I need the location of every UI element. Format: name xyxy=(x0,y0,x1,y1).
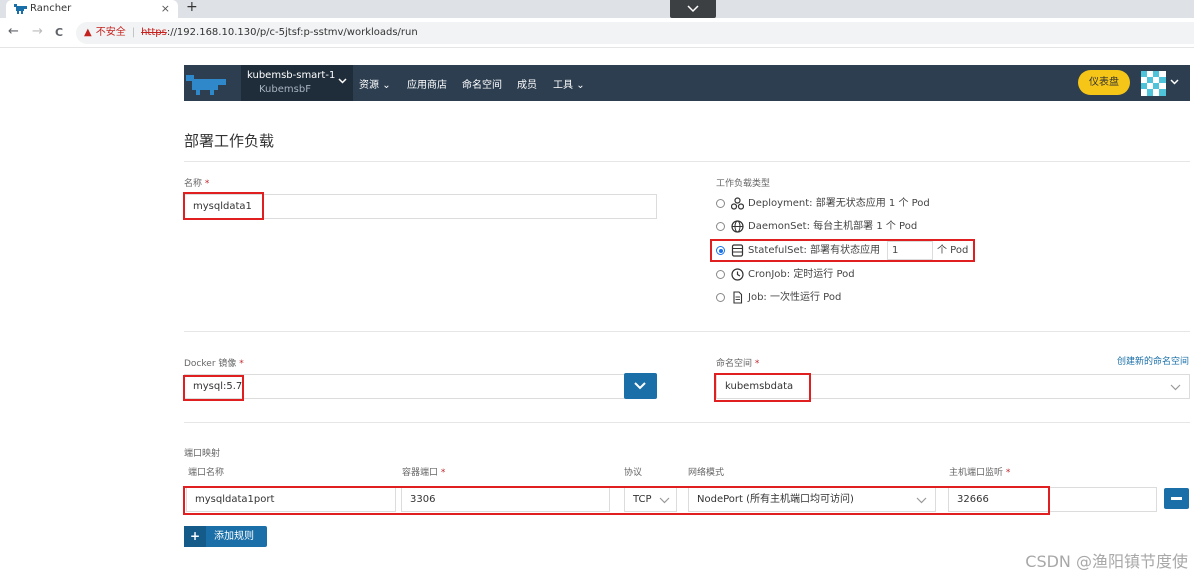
address-bar-row: ← → C ▲ 不安全 | https://192.168.10.130/p/c-5j… xyxy=(0,18,1194,48)
image-dropdown-button[interactable] xyxy=(624,373,657,399)
menu-resources-label: 资源 xyxy=(359,80,379,91)
name-label: 名称 * xyxy=(184,176,209,189)
container-port-header: 容器端口 * xyxy=(402,465,445,478)
add-rule-button[interactable]: + 添加规则 xyxy=(184,526,267,547)
tab-title: Rancher xyxy=(30,3,72,14)
menu-tools[interactable]: 工具 ⌄ xyxy=(553,76,585,91)
workload-type-desc: 定时运行 Pod xyxy=(793,269,855,280)
workload-type-name: CronJob: xyxy=(748,269,791,280)
radio-button[interactable] xyxy=(716,222,725,231)
app-header: kubemsb-smart-1 KubemsbF 资源 ⌄ 应用商店 命名空间 … xyxy=(184,65,1190,101)
insecure-label: 不安全 xyxy=(95,27,126,38)
radio-button[interactable] xyxy=(716,270,725,279)
menu-tools-label: 工具 xyxy=(553,80,573,91)
forward-button[interactable]: → xyxy=(32,25,43,39)
network-mode-header: 网络模式 xyxy=(688,468,725,478)
chevron-down-icon xyxy=(338,78,347,84)
globe-icon xyxy=(731,220,744,233)
chevron-down-icon xyxy=(687,5,699,13)
reload-button[interactable]: C xyxy=(55,26,63,40)
section-divider xyxy=(184,422,1190,423)
cluster-name: kubemsb-smart-1 xyxy=(247,70,336,81)
project-name: KubemsbF xyxy=(259,84,311,95)
namespace-label-text: 命名空间 xyxy=(716,359,753,369)
new-tab-button[interactable]: + xyxy=(186,0,198,15)
cluster-switcher[interactable]: kubemsb-smart-1 KubemsbF xyxy=(241,65,353,101)
highlight-box xyxy=(710,239,975,262)
menu-members[interactable]: 成员 xyxy=(517,76,537,91)
browser-tab[interactable]: Rancher × xyxy=(6,0,178,18)
required-mark: * xyxy=(239,359,244,369)
required-mark: * xyxy=(440,468,446,478)
host-port-header-text: 主机端口监听 xyxy=(949,468,1004,478)
image-label-text: Docker 镜像 xyxy=(184,359,237,369)
docker-image-input[interactable]: mysql:5.7 xyxy=(184,374,625,399)
url-scheme: https xyxy=(141,27,167,38)
port-name-header: 端口名称 xyxy=(188,468,225,478)
user-avatar-icon[interactable] xyxy=(1141,71,1166,96)
warning-icon: ▲ xyxy=(84,27,92,38)
highlight-box xyxy=(183,192,264,220)
menu-namespaces[interactable]: 命名空间 xyxy=(462,76,502,91)
tab-close-icon[interactable]: × xyxy=(161,0,170,18)
container-port-header-text: 容器端口 xyxy=(402,468,439,478)
create-namespace-link[interactable]: 创建新的命名空间 xyxy=(1117,354,1189,367)
workload-type-name: Deployment: xyxy=(748,198,813,209)
section-divider xyxy=(184,331,1190,332)
workload-type-label: 工作负载类型 xyxy=(716,179,771,189)
tab-search-button[interactable] xyxy=(670,0,716,18)
host-port-header: 主机端口监听 * xyxy=(949,465,1010,478)
plus-icon: + xyxy=(184,526,206,547)
watermark: CSDN @渔阳镇节度使 xyxy=(1025,552,1188,571)
title-divider xyxy=(184,161,1190,162)
required-mark: * xyxy=(204,179,210,189)
radio-button[interactable] xyxy=(716,199,725,208)
workload-type-desc: 一次性运行 Pod xyxy=(769,292,842,303)
image-label: Docker 镜像 * xyxy=(184,356,244,369)
chevron-down-icon xyxy=(634,382,646,390)
highlight-box xyxy=(183,375,244,401)
radio-button[interactable] xyxy=(716,293,725,302)
workload-type-name: Job: xyxy=(748,292,767,303)
url-path: ://192.168.10.130/p/c-5jtsf:p-sstmv/work… xyxy=(166,27,418,38)
url-separator: | xyxy=(131,27,136,38)
name-label-text: 名称 xyxy=(184,179,203,189)
highlight-box xyxy=(714,373,811,402)
workload-type-desc: 每台主机部署 1 个 Pod xyxy=(813,221,918,232)
menu-resources[interactable]: 资源 ⌄ xyxy=(359,76,391,91)
url-input[interactable]: ▲ 不安全 | https://192.168.10.130/p/c-5jtsf:p-… xyxy=(76,22,1194,44)
back-button[interactable]: ← xyxy=(8,25,19,39)
document-icon xyxy=(733,291,743,304)
add-rule-label: 添加规则 xyxy=(214,531,254,542)
remove-port-button[interactable] xyxy=(1164,488,1189,509)
chevron-down-icon xyxy=(1170,384,1181,391)
dashboard-button[interactable]: 仪表盘 xyxy=(1078,70,1130,95)
chevron-down-icon[interactable] xyxy=(1170,79,1179,85)
menu-catalog[interactable]: 应用商店 xyxy=(407,76,447,91)
chevron-down-icon: ⌄ xyxy=(576,80,585,91)
browser-tab-bar: Rancher × + xyxy=(0,0,1194,18)
port-mapping-label: 端口映射 xyxy=(184,449,221,459)
protocol-header: 协议 xyxy=(624,468,643,478)
namespace-label: 命名空间 * xyxy=(716,356,759,369)
required-mark: * xyxy=(1005,468,1011,478)
clock-icon xyxy=(731,268,744,281)
rancher-logo-icon[interactable] xyxy=(184,71,236,95)
deployment-icon xyxy=(731,197,744,210)
workload-type-desc: 部署无状态应用 1 个 Pod xyxy=(815,198,930,209)
rancher-favicon-icon xyxy=(14,4,27,14)
workload-type-name: DaemonSet: xyxy=(748,221,810,232)
highlight-box xyxy=(183,486,1050,515)
required-mark: * xyxy=(754,359,760,369)
chevron-down-icon: ⌄ xyxy=(382,80,391,91)
page-title: 部署工作负载 xyxy=(184,132,275,150)
